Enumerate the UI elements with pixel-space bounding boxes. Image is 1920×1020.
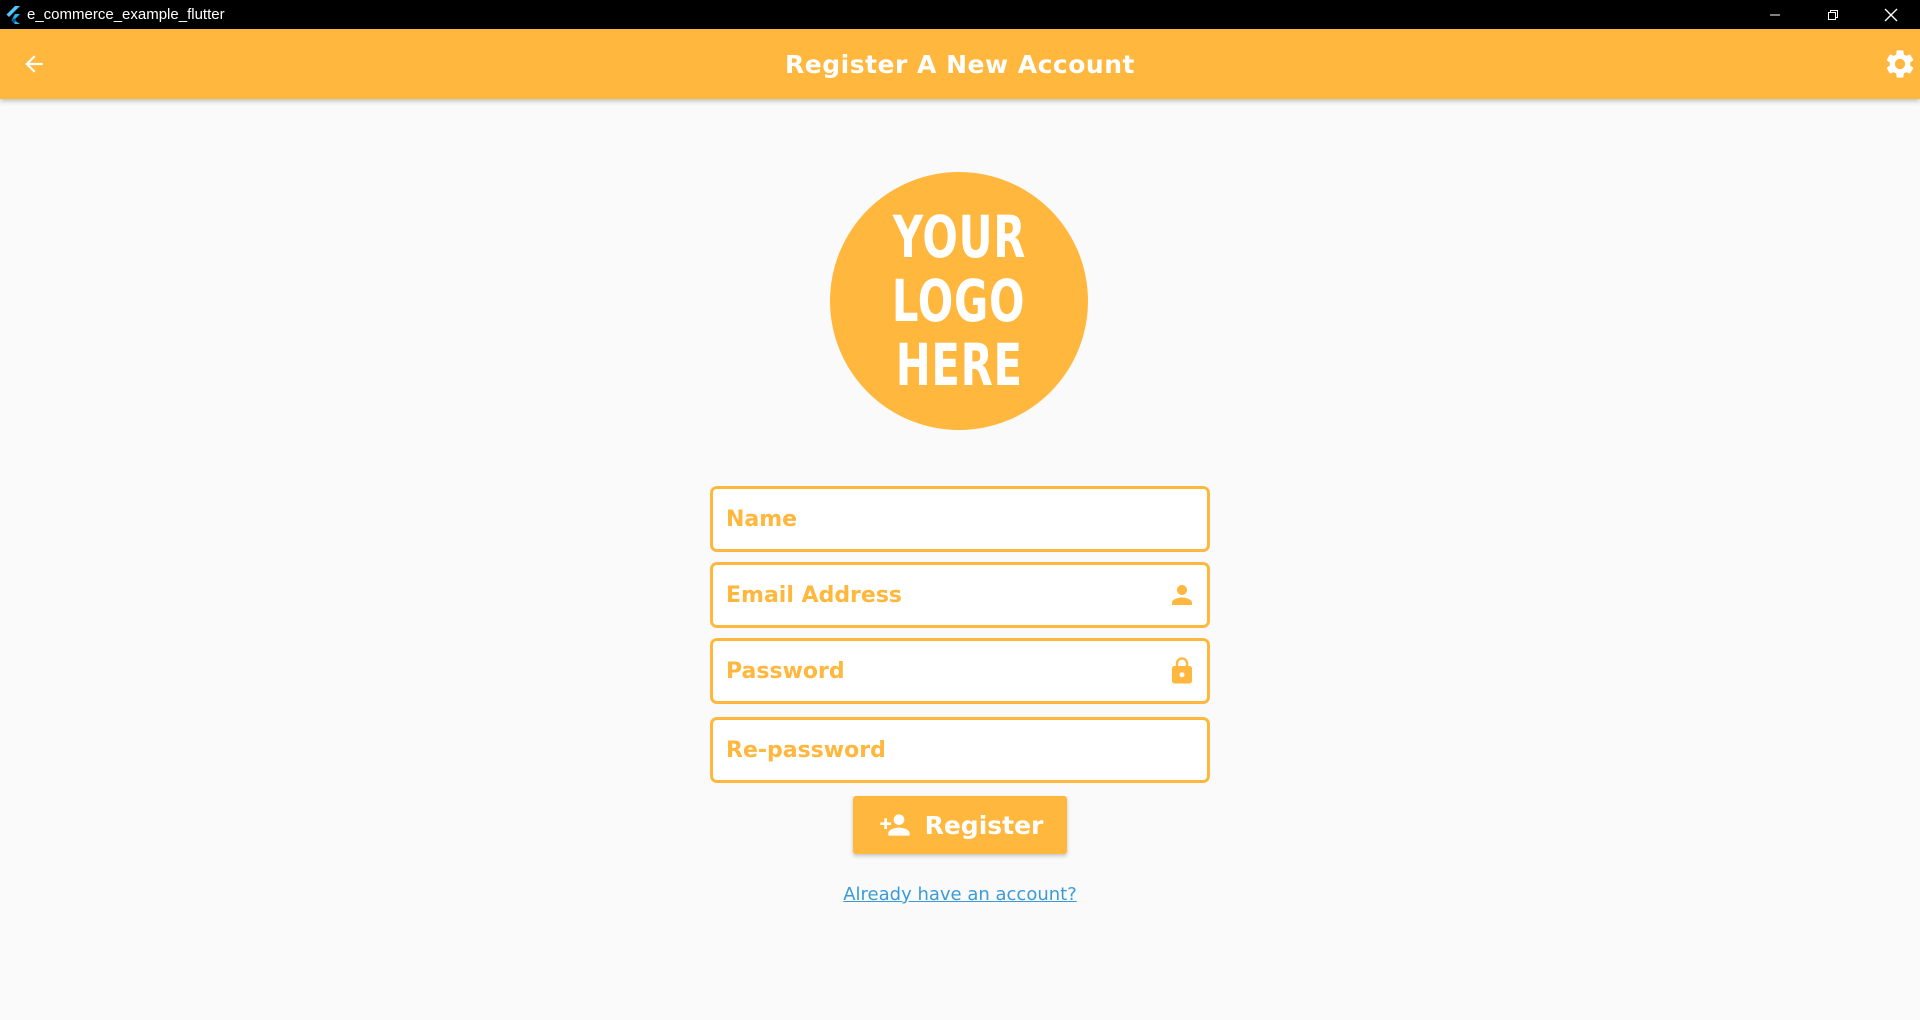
person-add-icon [879,814,910,836]
close-icon [1884,8,1898,21]
register-button[interactable]: Register [853,796,1067,854]
email-placeholder: Email Address [726,582,903,608]
name-field[interactable]: Name [710,486,1210,552]
login-link-row: Already have an account? [0,884,1920,905]
lock-icon [1167,656,1197,686]
password-placeholder: Password [726,658,845,684]
password-field[interactable]: Password [710,638,1210,704]
restore-button[interactable] [1804,0,1862,29]
gear-icon [1886,50,1914,78]
restore-icon [1828,9,1838,20]
logo-line: LOGO [892,267,1026,335]
logo-line: YOUR [892,203,1026,271]
window-controls [1746,0,1920,29]
person-icon [1167,580,1197,610]
logo-line: HERE [895,331,1023,399]
name-placeholder: Name [726,506,798,532]
flutter-icon [6,5,20,24]
window-titlebar: e_commerce_example_flutter [0,0,1920,29]
minimize-button[interactable] [1746,0,1804,29]
repassword-placeholder: Re-password [726,737,886,763]
logo: YOUR LOGO HERE [830,172,1088,430]
login-link[interactable]: Already have an account? [843,884,1077,905]
settings-button[interactable] [1880,44,1920,84]
page-title: Register A New Account [785,49,1135,79]
minimize-icon [1770,14,1780,15]
close-button[interactable] [1862,0,1920,29]
repassword-field[interactable]: Re-password [710,717,1210,783]
register-label: Register [924,810,1044,840]
email-field[interactable]: Email Address [710,562,1210,628]
window-title: e_commerce_example_flutter [27,6,225,23]
app-bar: Register A New Account [0,29,1920,99]
